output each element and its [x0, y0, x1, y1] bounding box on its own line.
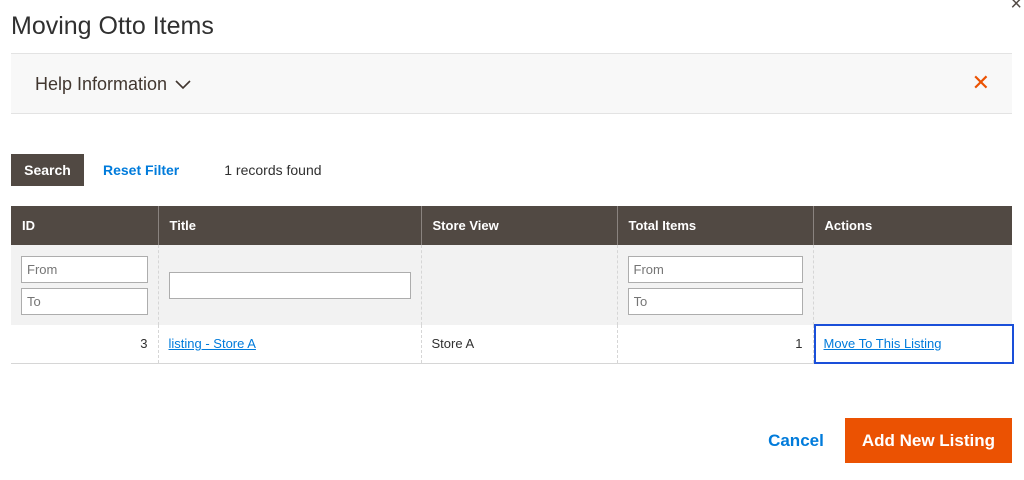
modal-close-icon[interactable]: ×	[1010, 0, 1022, 14]
modal-footer: Cancel Add New Listing	[768, 418, 1012, 463]
row-action-cell: Move To This Listing	[812, 324, 1014, 364]
id-filter-cell	[11, 245, 158, 325]
help-close-icon[interactable]: ✕	[972, 72, 990, 94]
actions-filter-cell	[812, 245, 1012, 325]
total-from-input[interactable]	[627, 255, 803, 283]
id-from-input[interactable]	[21, 255, 148, 283]
table-row: 3 listing - Store A Store A 1 Move To Th…	[11, 324, 1014, 364]
chevron-down-icon	[175, 74, 191, 95]
row-title-link[interactable]: listing - Store A	[169, 336, 256, 351]
reset-filter-link[interactable]: Reset Filter	[103, 162, 179, 178]
grid-toolbar: Search Reset Filter 1 records found	[11, 154, 322, 186]
total-to-input[interactable]	[627, 287, 803, 315]
records-count: 1 records found	[224, 162, 322, 178]
row-total-items: 1	[616, 325, 813, 364]
add-new-listing-button[interactable]: Add New Listing	[844, 418, 1012, 463]
listings-grid: ID Title Store View Total Items Actions …	[11, 206, 1014, 364]
row-id: 3	[11, 325, 158, 364]
help-information-label: Help Information	[35, 74, 168, 94]
page-title: Moving Otto Items	[11, 12, 214, 40]
move-to-listing-link[interactable]: Move To This Listing	[824, 336, 942, 351]
column-header-id[interactable]: ID	[11, 206, 158, 245]
cancel-button[interactable]: Cancel	[768, 431, 824, 451]
row-store-view: Store A	[420, 325, 617, 364]
column-header-store-view[interactable]: Store View	[420, 206, 617, 245]
column-header-total-items[interactable]: Total Items	[616, 206, 813, 245]
help-information-block: Help Information ✕	[11, 53, 1012, 114]
grid-filter-row	[11, 245, 1012, 325]
title-filter-input[interactable]	[168, 271, 411, 299]
title-filter-cell	[157, 245, 421, 325]
store-view-filter-cell	[420, 245, 617, 325]
column-header-actions: Actions	[812, 206, 1012, 245]
help-information-toggle[interactable]: Help Information	[35, 74, 191, 95]
id-to-input[interactable]	[21, 287, 148, 315]
column-header-title[interactable]: Title	[157, 206, 421, 245]
search-button[interactable]: Search	[11, 154, 84, 186]
row-title-cell: listing - Store A	[157, 325, 421, 364]
grid-header-row: ID Title Store View Total Items Actions	[11, 206, 1012, 245]
total-items-filter-cell	[616, 245, 813, 325]
